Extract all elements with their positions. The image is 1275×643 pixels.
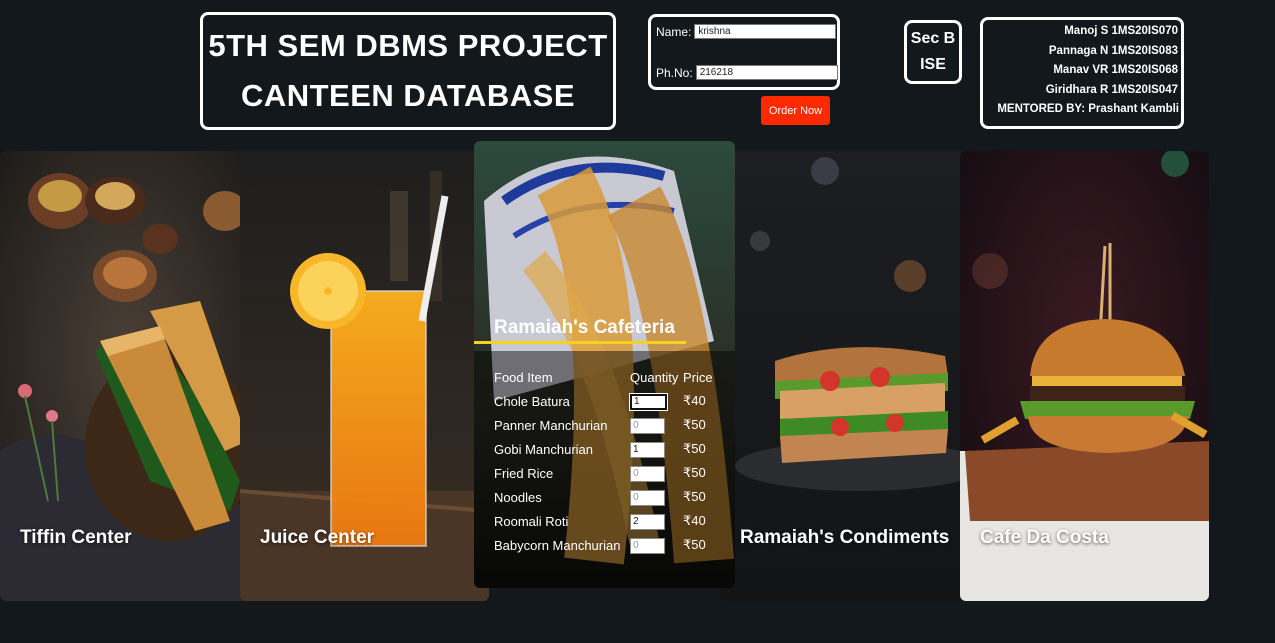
team-member: Manav VR 1MS20IS068: [1053, 64, 1178, 76]
food-item-price: ₹50: [683, 489, 706, 504]
menu-row: Roomali Roti ₹40: [494, 509, 713, 533]
menu-row: Babycorn Manchurian ₹50: [494, 533, 713, 557]
quantity-input[interactable]: [630, 489, 665, 506]
header-quantity: Quantity: [630, 369, 679, 385]
team-member: Pannaga N 1MS20IS083: [1048, 44, 1178, 57]
project-title-line-2: CANTEEN DATABASE: [240, 78, 576, 113]
name-row: Name:: [656, 24, 837, 39]
food-item-name: Babycorn Manchurian: [494, 537, 621, 553]
quantity-input[interactable]: [629, 392, 668, 411]
card-juice-center[interactable]: Juice Center: [240, 151, 489, 601]
project-title-box: 5TH SEM DBMS PROJECT CANTEEN DATABASE: [200, 12, 616, 130]
food-item-name: Panner Manchurian: [494, 417, 608, 433]
phone-row: Ph.No:: [656, 65, 838, 80]
header-food-item: Food Item: [494, 369, 553, 385]
title-underline: [474, 341, 686, 344]
department-name: ISE: [920, 56, 946, 73]
food-item-price: ₹40: [683, 393, 706, 408]
phone-input[interactable]: [695, 65, 838, 80]
team-member: Manoj S 1MS20IS070: [1064, 25, 1178, 37]
name-label: Name:: [656, 24, 692, 39]
card-ramaiahs-cafeteria: Ramaiah's Cafeteria Food Item Quantity P…: [474, 141, 735, 588]
card-tiffin-center[interactable]: Tiffin Center: [0, 151, 250, 601]
section-badge: Sec B ISE: [904, 20, 962, 84]
food-item-price: ₹50: [683, 465, 706, 480]
food-item-name: Gobi Manchurian: [494, 441, 593, 457]
order-now-button[interactable]: Order Now: [761, 96, 830, 125]
menu-table: Food Item Quantity Price Chole Batura ₹4…: [494, 365, 713, 557]
mentor-credit: MENTORED BY: Prashant Kambli: [997, 103, 1179, 115]
menu-row: Chole Batura ₹40: [494, 389, 713, 413]
phone-label: Ph.No:: [656, 65, 693, 80]
quantity-input[interactable]: [630, 537, 665, 554]
team-member: Giridhara R 1MS20IS047: [1045, 83, 1178, 96]
quantity-input[interactable]: [630, 417, 665, 434]
menu-header-row: Food Item Quantity Price: [494, 365, 713, 389]
section-name: Sec B: [910, 30, 956, 47]
project-title-line-1: 5TH SEM DBMS PROJECT: [208, 28, 608, 63]
food-item-name: Roomali Roti: [494, 513, 569, 529]
quantity-input[interactable]: [630, 441, 665, 458]
card-ramaiahs-condiments[interactable]: Ramaiah's Condiments: [720, 151, 970, 601]
customer-details-box: Name: Ph.No:: [648, 14, 840, 90]
food-item-price: ₹50: [683, 537, 706, 552]
food-item-price: ₹50: [683, 417, 706, 432]
menu-row: Noodles ₹50: [494, 485, 713, 509]
food-item-price: ₹40: [683, 513, 706, 528]
quantity-input[interactable]: [630, 513, 665, 530]
name-input[interactable]: [694, 24, 837, 39]
card-cafe-da-costa[interactable]: Cafe Da Costa: [960, 151, 1209, 601]
food-item-name: Noodles: [494, 489, 542, 505]
card-title: Ramaiah's Condiments: [740, 527, 950, 548]
card-title: Cafe Da Costa: [980, 527, 1109, 548]
team-members-box: Manoj S 1MS20IS070 Pannaga N 1MS20IS083 …: [980, 17, 1184, 129]
quantity-input[interactable]: [630, 465, 665, 482]
food-item-name: Fried Rice: [494, 465, 554, 481]
menu-row: Gobi Manchurian ₹50: [494, 437, 713, 461]
cafeteria-title: Ramaiah's Cafeteria: [494, 317, 675, 338]
card-title: Tiffin Center: [20, 527, 132, 548]
menu-row: Fried Rice ₹50: [494, 461, 713, 485]
header-price: Price: [683, 369, 713, 385]
card-title: Juice Center: [260, 527, 375, 548]
food-item-price: ₹50: [683, 441, 706, 456]
food-item-name: Chole Batura: [494, 393, 570, 409]
menu-row: Panner Manchurian ₹50: [494, 413, 713, 437]
page-root: 5TH SEM DBMS PROJECT CANTEEN DATABASE Na…: [0, 0, 1275, 643]
